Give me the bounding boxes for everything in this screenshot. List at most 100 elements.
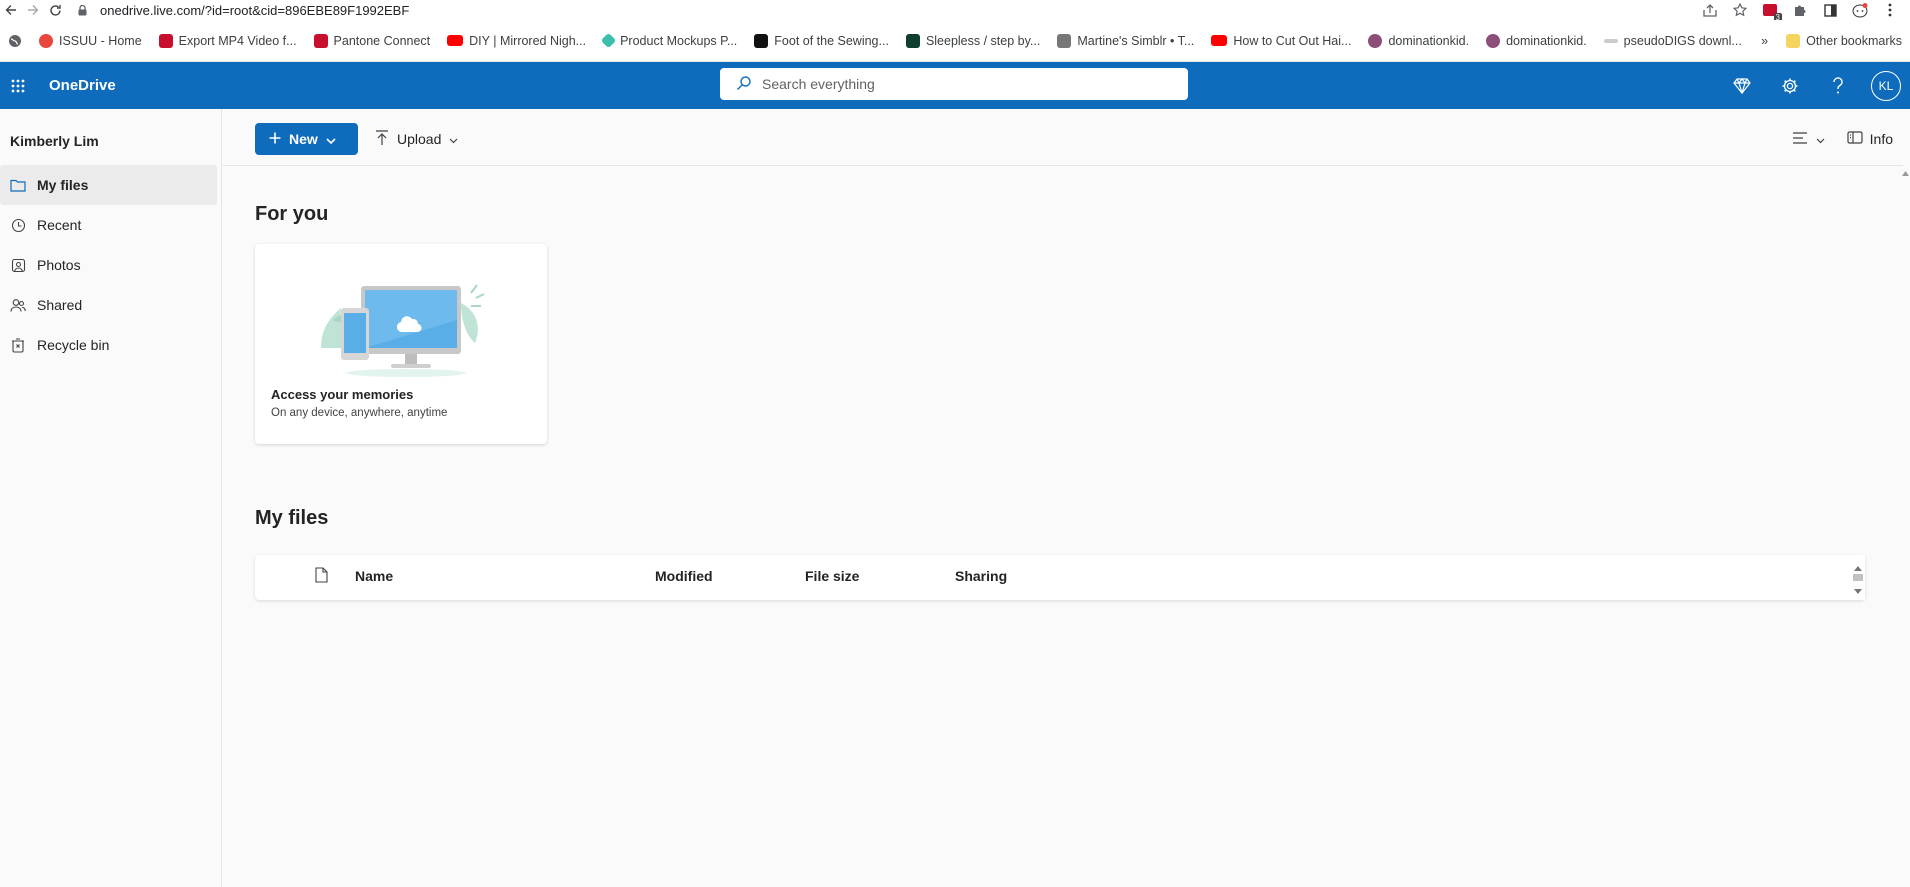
clock-icon xyxy=(10,217,26,233)
search-placeholder: Search everything xyxy=(762,76,875,92)
chevron-down-icon xyxy=(326,131,336,147)
bookmark-item[interactable]: dominationkid. xyxy=(1368,33,1470,48)
sidebar-item-label: My files xyxy=(37,177,89,193)
search-input[interactable]: Search everything xyxy=(720,68,1188,100)
bookmark-item[interactable]: Foot of the Sewing... xyxy=(754,33,889,48)
sidebar-item-label: Recent xyxy=(37,217,82,233)
file-type-icon[interactable] xyxy=(315,567,328,586)
for-you-heading: For you xyxy=(255,203,329,225)
search-icon xyxy=(736,75,762,94)
scroll-up-icon[interactable] xyxy=(1854,558,1862,574)
folder-icon xyxy=(1786,33,1801,48)
bookmark-favicon-icon xyxy=(1057,33,1072,48)
bookmark-item[interactable]: Product Mockups P... xyxy=(600,32,737,49)
youtube-icon xyxy=(1211,35,1228,46)
help-icon[interactable] xyxy=(1814,62,1862,109)
bookmark-favicon-icon xyxy=(1368,33,1383,48)
kebab-menu-icon[interactable] xyxy=(1880,1,1900,19)
app-header: OneDrive Search everything KL xyxy=(0,62,1910,109)
bookmark-item[interactable]: Export MP4 Video f... xyxy=(158,33,297,48)
bookmark-favicon-icon xyxy=(600,32,617,49)
premium-diamond-icon[interactable] xyxy=(1718,62,1766,109)
app-launcher-icon[interactable] xyxy=(0,62,36,109)
bookmark-item[interactable]: ISSUU - Home xyxy=(39,33,142,48)
photo-icon xyxy=(10,257,26,273)
profile-hello-kitty-icon[interactable] xyxy=(1850,1,1870,19)
reload-icon[interactable] xyxy=(44,0,66,20)
sidebar-item-recycle-bin[interactable]: Recycle bin xyxy=(0,325,217,365)
bookmark-label: Sleepless / step by... xyxy=(925,33,1041,48)
settings-gear-icon[interactable] xyxy=(1766,62,1814,109)
column-header-modified[interactable]: Modified xyxy=(655,568,713,584)
column-header-sharing[interactable]: Sharing xyxy=(955,568,1007,584)
bookmark-label: Foot of the Sewing... xyxy=(774,33,889,48)
list-view-icon xyxy=(1792,131,1810,147)
card-title: Access your memories xyxy=(271,387,414,402)
sidepanel-icon[interactable] xyxy=(1820,1,1840,19)
chevron-down-icon xyxy=(1816,131,1825,147)
bookmark-favicon-icon xyxy=(754,33,769,48)
bookmark-favicon-icon xyxy=(39,33,53,48)
bookmark-label: dominationkid. xyxy=(1388,33,1470,48)
back-icon[interactable] xyxy=(0,0,22,20)
column-header-file-size[interactable]: File size xyxy=(805,568,859,584)
folder-icon xyxy=(10,177,26,193)
upload-button[interactable]: Upload xyxy=(375,123,458,155)
view-options-button[interactable] xyxy=(1792,131,1825,147)
bookmark-globe-icon[interactable] xyxy=(8,34,22,48)
sidebar-item-shared[interactable]: Shared xyxy=(0,285,217,325)
main-content: New Upload Info For you Access your memo… xyxy=(223,109,1910,887)
puzzle-icon[interactable] xyxy=(1790,1,1810,19)
other-bookmarks[interactable]: Other bookmarks xyxy=(1786,33,1902,48)
bookmark-favicon-icon xyxy=(313,33,328,48)
bookmark-favicon-icon xyxy=(158,33,173,48)
page-scroll-up-icon[interactable] xyxy=(1902,169,1910,176)
avatar[interactable]: KL xyxy=(1871,70,1901,101)
bookmark-item[interactable]: dominationkid. xyxy=(1486,33,1587,48)
scrollbar-thumb[interactable] xyxy=(1853,574,1863,581)
my-files-heading: My files xyxy=(255,507,329,529)
sidebar-item-my-files[interactable]: My files xyxy=(0,165,217,205)
bookmark-label: DIY | Mirrored Nigh... xyxy=(469,33,587,48)
column-header-name[interactable]: Name xyxy=(355,568,393,584)
devices-cloud-illustration xyxy=(311,278,491,388)
new-button[interactable]: New xyxy=(255,123,358,155)
bookmark-label: dominationkid. xyxy=(1506,33,1587,48)
bookmark-item[interactable]: DIY | Mirrored Nigh... xyxy=(447,34,586,48)
chevron-down-icon xyxy=(449,131,458,147)
bookmark-label: Martine's Simblr • T... xyxy=(1077,33,1195,48)
extension-badge-icon[interactable]: 3 xyxy=(1760,1,1782,22)
bookmark-item[interactable]: Martine's Simblr • T... xyxy=(1057,33,1195,48)
sidebar-item-recent[interactable]: Recent xyxy=(0,205,217,245)
bookmarks-bar: ISSUU - Home Export MP4 Video f... Panto… xyxy=(0,20,1910,62)
bookmark-label: ISSUU - Home xyxy=(59,33,142,48)
bookmark-label: Other bookmarks xyxy=(1806,33,1902,48)
user-name: Kimberly Lim xyxy=(10,133,99,149)
left-nav: Kimberly Lim My files Recent Photos Shar… xyxy=(0,109,222,887)
plus-icon xyxy=(269,131,281,147)
sidebar-item-label: Shared xyxy=(37,297,83,313)
scroll-down-icon[interactable] xyxy=(1854,581,1862,597)
bookmark-item[interactable]: pseudoDIGS downl... xyxy=(1603,34,1742,48)
address-bar[interactable]: onedrive.live.com/?id=root&cid=896EBE89F… xyxy=(66,0,1700,20)
bookmark-favicon-icon xyxy=(1486,33,1501,48)
share-icon[interactable] xyxy=(1700,1,1720,19)
app-brand[interactable]: OneDrive xyxy=(49,77,116,94)
youtube-icon xyxy=(447,35,464,46)
files-table-header: Name Modified File size Sharing xyxy=(255,555,1865,600)
url-text: onedrive.live.com/?id=root&cid=896EBE89F… xyxy=(100,2,410,18)
lock-icon xyxy=(78,4,88,16)
bookmark-item[interactable]: How to Cut Out Hai... xyxy=(1211,34,1351,48)
bookmark-item[interactable]: Sleepless / step by... xyxy=(905,33,1041,48)
bookmark-star-icon[interactable] xyxy=(1730,1,1750,19)
info-button[interactable]: Info xyxy=(1847,131,1893,147)
forward-icon[interactable] xyxy=(22,0,44,20)
info-pane-icon xyxy=(1847,131,1863,147)
sidebar-item-photos[interactable]: Photos xyxy=(0,245,217,285)
memories-card[interactable]: Access your memories On any device, anyw… xyxy=(255,244,547,444)
bookmark-label: Export MP4 Video f... xyxy=(178,33,297,48)
sidebar-item-label: Photos xyxy=(37,257,81,273)
bookmarks-overflow-icon[interactable]: » xyxy=(1761,34,1768,48)
table-scrollbar[interactable] xyxy=(1851,555,1865,600)
bookmark-item[interactable]: Pantone Connect xyxy=(313,33,430,48)
